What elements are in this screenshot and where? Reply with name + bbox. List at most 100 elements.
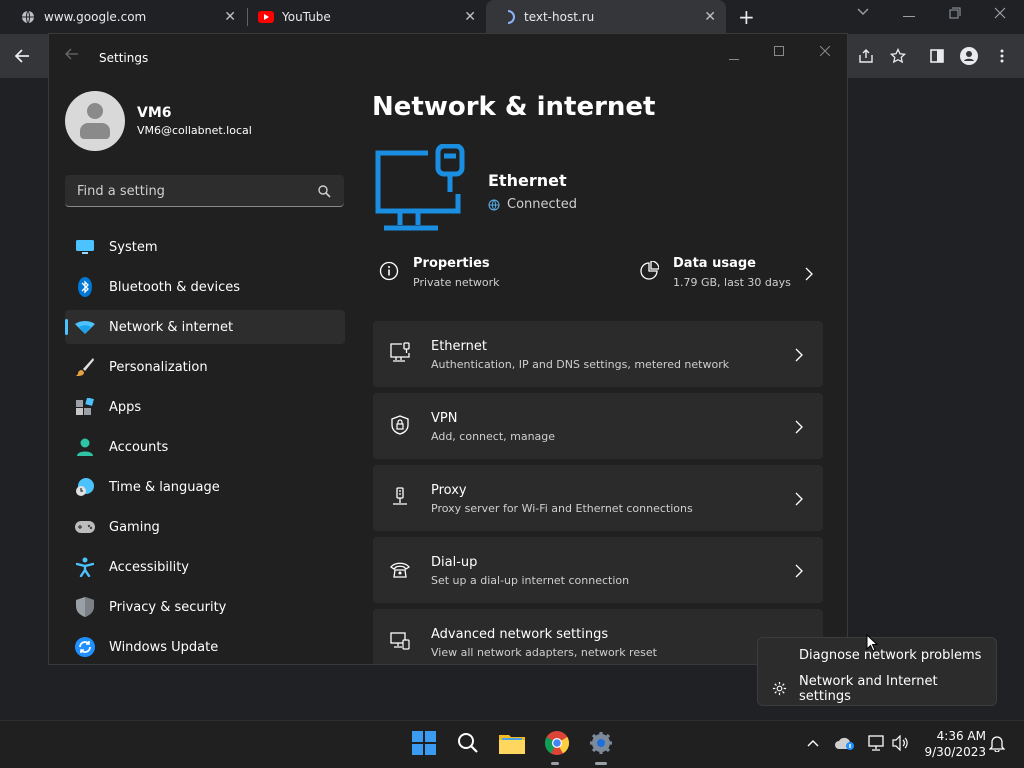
- globe-icon: [488, 199, 500, 211]
- close-tab-icon[interactable]: ✕: [704, 9, 716, 25]
- settings-gear-icon[interactable]: [588, 730, 614, 756]
- vpn-shield-icon: [389, 414, 413, 438]
- browser-tab-bar: www.google.com ✕ YouTube ✕ text-host.ru …: [0, 0, 1024, 34]
- clock-date: 9/30/2023: [924, 745, 986, 759]
- tab-title: text-host.ru: [524, 10, 595, 24]
- restore-icon[interactable]: [949, 7, 961, 23]
- monitor-icon: [75, 237, 95, 257]
- notification-bell-icon[interactable]: [984, 730, 1010, 756]
- search-icon[interactable]: [455, 730, 481, 756]
- file-explorer-icon[interactable]: [499, 730, 525, 756]
- sidebar-item-accounts[interactable]: Accounts: [65, 430, 345, 464]
- ethernet-settings-card[interactable]: Ethernet Authentication, IP and DNS sett…: [373, 321, 823, 387]
- taskbar-clock[interactable]: 4:36 AM 9/30/2023: [918, 728, 986, 760]
- running-app-indicator: [595, 762, 607, 765]
- dialup-settings-card[interactable]: Dial-up Set up a dial-up internet connec…: [373, 537, 823, 603]
- vpn-settings-card[interactable]: VPN Add, connect, manage: [373, 393, 823, 459]
- card-title: VPN: [431, 411, 458, 426]
- sidebar-item-gaming[interactable]: Gaming: [65, 510, 345, 544]
- menu-item-network-settings[interactable]: Network and Internet settings: [762, 674, 992, 704]
- maximize-icon[interactable]: [774, 44, 784, 60]
- chevron-right-icon[interactable]: [805, 266, 813, 285]
- youtube-icon: [258, 9, 274, 25]
- back-arrow-icon[interactable]: [65, 48, 79, 64]
- clock-globe-icon: [75, 477, 95, 497]
- back-arrow-icon[interactable]: [11, 45, 33, 67]
- apps-icon: [75, 397, 95, 417]
- sidebar-item-network[interactable]: Network & internet: [65, 310, 345, 344]
- browser-tab-text-host[interactable]: text-host.ru ✕: [486, 0, 726, 34]
- tab-search-chevron-icon[interactable]: [857, 4, 869, 20]
- window-title: Settings: [99, 51, 149, 65]
- sidebar-item-windows-update[interactable]: Windows Update: [65, 630, 345, 664]
- sidebar-item-label: Gaming: [109, 519, 160, 535]
- sidebar-item-label: Accessibility: [109, 559, 189, 575]
- start-windows-icon[interactable]: [411, 730, 437, 756]
- sidebar-item-system[interactable]: System: [65, 230, 345, 264]
- sidebar-item-label: Privacy & security: [109, 599, 227, 615]
- shield-icon: [75, 597, 95, 617]
- properties-link[interactable]: Properties Private network: [379, 256, 500, 289]
- search-box[interactable]: [65, 175, 344, 207]
- network-ethernet-icon[interactable]: [864, 730, 890, 756]
- connection-status: Connected: [488, 197, 577, 212]
- proxy-icon: [389, 486, 413, 510]
- minimize-icon[interactable]: [729, 48, 739, 64]
- connection-status-text: Connected: [507, 197, 578, 212]
- ethernet-icon: [389, 342, 413, 366]
- onedrive-icon[interactable]: [832, 730, 858, 756]
- sidebar-item-privacy[interactable]: Privacy & security: [65, 590, 345, 624]
- sidebar-item-label: Personalization: [109, 359, 208, 375]
- card-subtitle: Proxy server for Wi-Fi and Ethernet conn…: [431, 502, 693, 515]
- sidebar-item-label: Bluetooth & devices: [109, 279, 240, 295]
- sidebar-item-time-language[interactable]: Time & language: [65, 470, 345, 504]
- chrome-icon[interactable]: [544, 730, 570, 756]
- advanced-network-settings-card[interactable]: Advanced network settings View all netwo…: [373, 609, 823, 664]
- user-name: VM6: [137, 105, 172, 121]
- sidebar-item-apps[interactable]: Apps: [65, 390, 345, 424]
- search-input[interactable]: [75, 181, 309, 201]
- minimize-icon[interactable]: [903, 6, 915, 22]
- share-icon[interactable]: [855, 45, 877, 67]
- gamepad-icon: [75, 517, 95, 537]
- info-icon: [379, 261, 401, 283]
- dialup-icon: [389, 558, 413, 582]
- proxy-settings-card[interactable]: Proxy Proxy server for Wi-Fi and Etherne…: [373, 465, 823, 531]
- chevron-right-icon: [795, 419, 803, 434]
- user-email: VM6@collabnet.local: [137, 124, 252, 137]
- data-usage-subtitle: 1.79 GB, last 30 days: [673, 276, 791, 289]
- close-window-icon[interactable]: [994, 7, 1006, 23]
- running-app-indicator: [551, 762, 559, 765]
- sidebar-item-label: Network & internet: [109, 319, 234, 335]
- loading-icon: [500, 9, 516, 25]
- sidebar-item-bluetooth[interactable]: Bluetooth & devices: [65, 270, 345, 304]
- more-menu-icon[interactable]: [991, 45, 1013, 67]
- page-title: Network & internet: [372, 92, 656, 122]
- volume-icon[interactable]: [888, 730, 914, 756]
- side-panel-icon[interactable]: [926, 45, 948, 67]
- card-title: Proxy: [431, 483, 467, 498]
- new-tab-button[interactable]: +: [738, 5, 755, 29]
- card-subtitle: View all network adapters, network reset: [431, 646, 657, 659]
- bookmark-star-icon[interactable]: [887, 45, 909, 67]
- card-title: Dial-up: [431, 555, 478, 570]
- sidebar-item-label: System: [109, 239, 158, 255]
- close-tab-icon[interactable]: ✕: [464, 9, 476, 25]
- chevron-right-icon: [795, 563, 803, 578]
- pie-chart-icon: [639, 260, 661, 283]
- search-icon[interactable]: [318, 183, 332, 198]
- data-usage-link[interactable]: Data usage 1.79 GB, last 30 days: [639, 256, 791, 289]
- chevron-up-icon[interactable]: [800, 730, 826, 756]
- sidebar-item-personalization[interactable]: Personalization: [65, 350, 345, 384]
- browser-tab-google[interactable]: www.google.com ✕: [0, 0, 246, 34]
- properties-title: Properties: [413, 256, 490, 271]
- profile-icon[interactable]: [958, 45, 980, 67]
- avatar[interactable]: [65, 91, 125, 151]
- close-tab-icon[interactable]: ✕: [224, 9, 236, 25]
- ethernet-connection-name: Ethernet: [488, 171, 567, 190]
- sidebar-item-label: Windows Update: [109, 639, 219, 655]
- avatar-body: [80, 123, 110, 139]
- close-window-icon[interactable]: [819, 44, 831, 60]
- browser-tab-youtube[interactable]: YouTube ✕: [238, 0, 486, 34]
- sidebar-item-accessibility[interactable]: Accessibility: [65, 550, 345, 584]
